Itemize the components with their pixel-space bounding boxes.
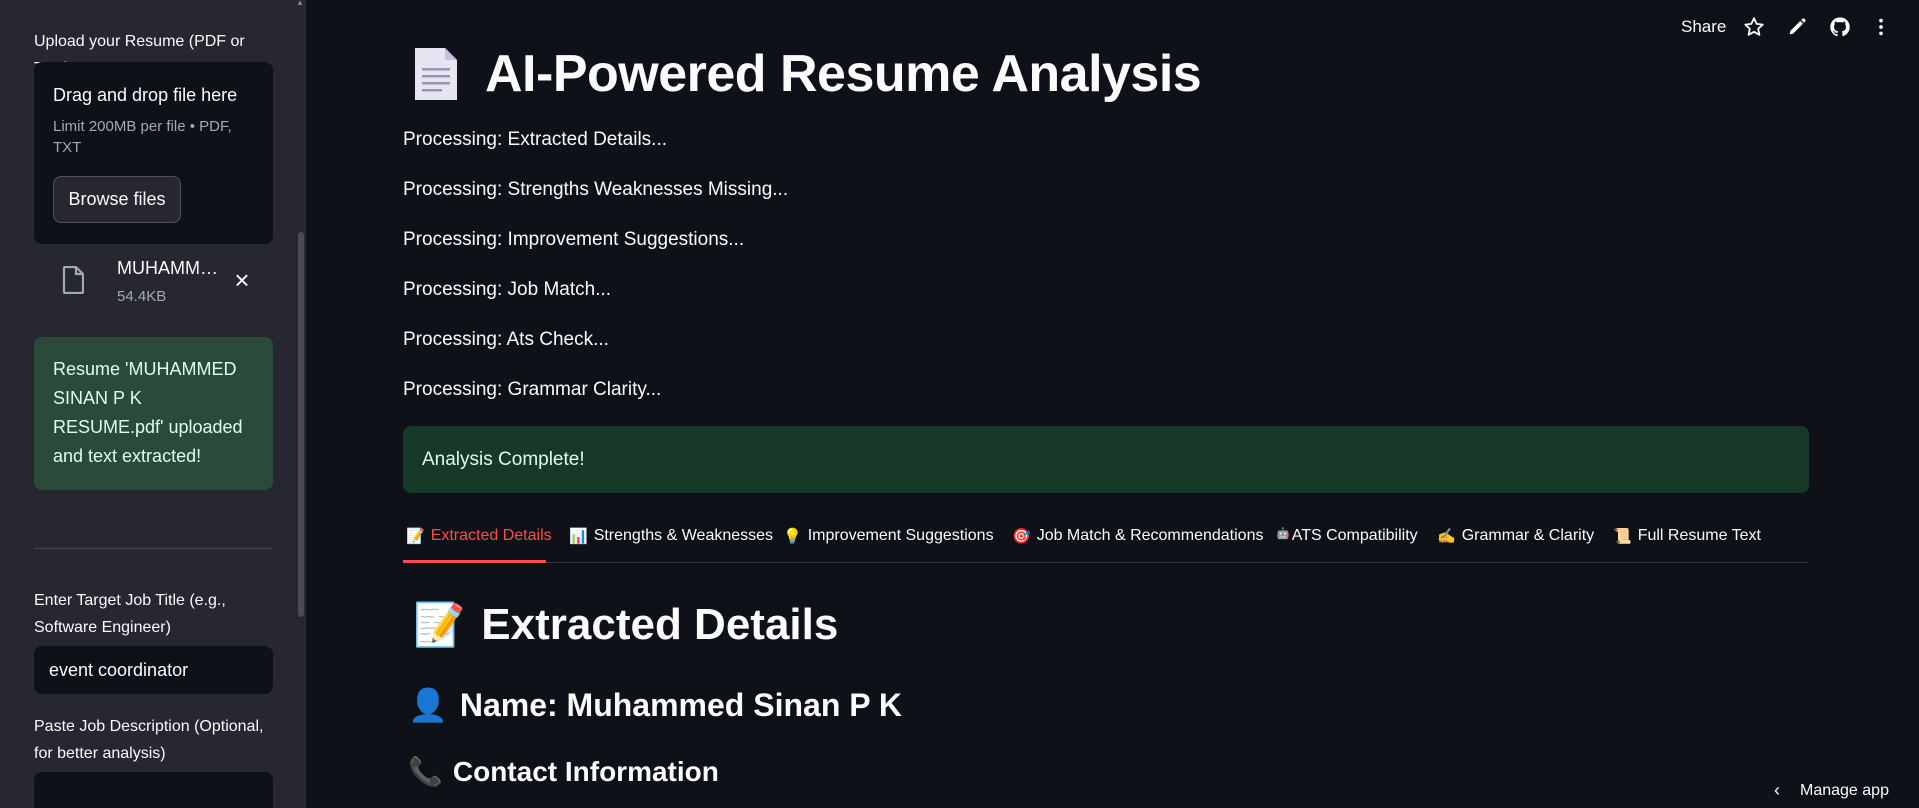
analysis-complete-alert: Analysis Complete!: [403, 426, 1809, 493]
target-icon: 🎯: [1012, 528, 1031, 545]
person-icon: 👤: [408, 687, 448, 723]
memo-icon: 📝: [413, 600, 466, 648]
dropzone-title: Drag and drop file here: [53, 85, 238, 105]
dropzone-limit: Limit 200MB per file • PDF, TXT: [53, 118, 232, 156]
tab-label: ATS Compatibility: [1291, 527, 1418, 544]
section-title: Extracted Details: [481, 600, 839, 649]
processing-line: Processing: Improvement Suggestions...: [403, 229, 745, 250]
processing-line: Processing: Job Match...: [403, 279, 612, 300]
scroll-icon: 📜: [1613, 528, 1632, 545]
phone-icon: 📞: [408, 756, 443, 787]
edit-icon[interactable]: [1786, 16, 1808, 38]
tab-improvement-suggestions[interactable]: 💡 Improvement Suggestions: [783, 524, 994, 563]
star-icon[interactable]: [1743, 16, 1765, 38]
job-title-input[interactable]: event coordinator: [34, 646, 273, 694]
page-title: AI-Powered Resume Analysis: [485, 45, 1202, 103]
app-root: ▲ Upload your Resume (PDF or TXT) Drag a…: [0, 0, 1919, 808]
tab-ats-compatibility[interactable]: 🤖 ATS Compatibility: [1276, 524, 1418, 563]
tab-label: Grammar & Clarity: [1461, 527, 1595, 544]
tab-grammar-clarity[interactable]: ✍️ Grammar & Clarity: [1437, 524, 1594, 563]
results-tabs: 📝 Extracted Details 📊 Strengths & Weakne…: [403, 524, 1809, 563]
section-heading: 📝 Extracted Details: [413, 600, 838, 650]
file-name: MUHAMMED SINAN P K RESUME.pdf: [117, 258, 227, 278]
manage-app-button[interactable]: ‹ Manage app: [1774, 780, 1889, 801]
processing-line: Processing: Strengths Weaknesses Missing…: [403, 179, 789, 200]
processing-line: Processing: Ats Check...: [403, 329, 609, 350]
github-icon[interactable]: [1829, 16, 1851, 38]
job-description-textarea[interactable]: [34, 772, 273, 808]
name-heading-row: 👤 Name: Muhammed Sinan P K: [408, 686, 902, 724]
writing-hand-icon: ✍️: [1437, 528, 1456, 545]
file-icon: [62, 266, 84, 294]
tab-job-match[interactable]: 🎯 Job Match & Recommendations: [1012, 524, 1263, 563]
active-tab-indicator: [403, 560, 546, 563]
file-dropzone[interactable]: Drag and drop file here Limit 200MB per …: [34, 62, 273, 244]
sidebar: ▲ Upload your Resume (PDF or TXT) Drag a…: [0, 0, 306, 808]
tab-label: Extracted Details: [430, 527, 552, 544]
contact-heading-row: 📞 Contact Information: [408, 755, 719, 788]
sidebar-divider: [34, 548, 273, 549]
memo-icon: 📝: [406, 528, 425, 545]
lightbulb-icon: 💡: [783, 528, 802, 545]
scroll-up-arrow[interactable]: ▲: [296, 0, 306, 7]
browse-files-button[interactable]: Browse files: [53, 176, 181, 223]
job-description-label: Paste Job Description (Optional, for bet…: [34, 718, 264, 762]
tab-label: Full Resume Text: [1637, 527, 1761, 544]
page-title-row: AI-Powered Resume Analysis: [413, 44, 1202, 104]
contact-heading: Contact Information: [452, 755, 719, 787]
uploaded-file: MUHAMMED SINAN P K RESUME.pdf 54.4KB ×: [34, 252, 273, 312]
share-button[interactable]: Share: [1681, 17, 1726, 37]
robot-icon: 🤖: [1276, 528, 1290, 540]
tab-extracted-details[interactable]: 📝 Extracted Details: [406, 524, 552, 563]
name-heading: Name: Muhammed Sinan P K: [459, 686, 903, 723]
processing-line: Processing: Extracted Details...: [403, 129, 667, 150]
sidebar-scrollbar[interactable]: [298, 232, 304, 617]
tab-label: Strengths & Weaknesses: [593, 527, 774, 544]
file-size: 54.4KB: [117, 288, 167, 305]
job-title-label: Enter Target Job Title (e.g., Software E…: [34, 592, 226, 636]
tab-strengths-weaknesses[interactable]: 📊 Strengths & Weaknesses: [569, 524, 773, 563]
close-icon[interactable]: ×: [232, 267, 252, 293]
more-icon[interactable]: [1870, 16, 1892, 38]
upload-success-alert: Resume 'MUHAMMED SINAN P K RESUME.pdf' u…: [34, 337, 273, 490]
tab-label: Improvement Suggestions: [807, 527, 994, 544]
manage-app-label: Manage app: [1800, 781, 1889, 799]
bar-chart-icon: 📊: [569, 528, 588, 545]
document-icon: [415, 48, 457, 100]
processing-line: Processing: Grammar Clarity...: [403, 379, 662, 400]
chevron-left-icon: ‹: [1774, 780, 1780, 800]
tab-full-resume-text[interactable]: 📜 Full Resume Text: [1613, 524, 1761, 563]
tab-label: Job Match & Recommendations: [1036, 527, 1264, 544]
